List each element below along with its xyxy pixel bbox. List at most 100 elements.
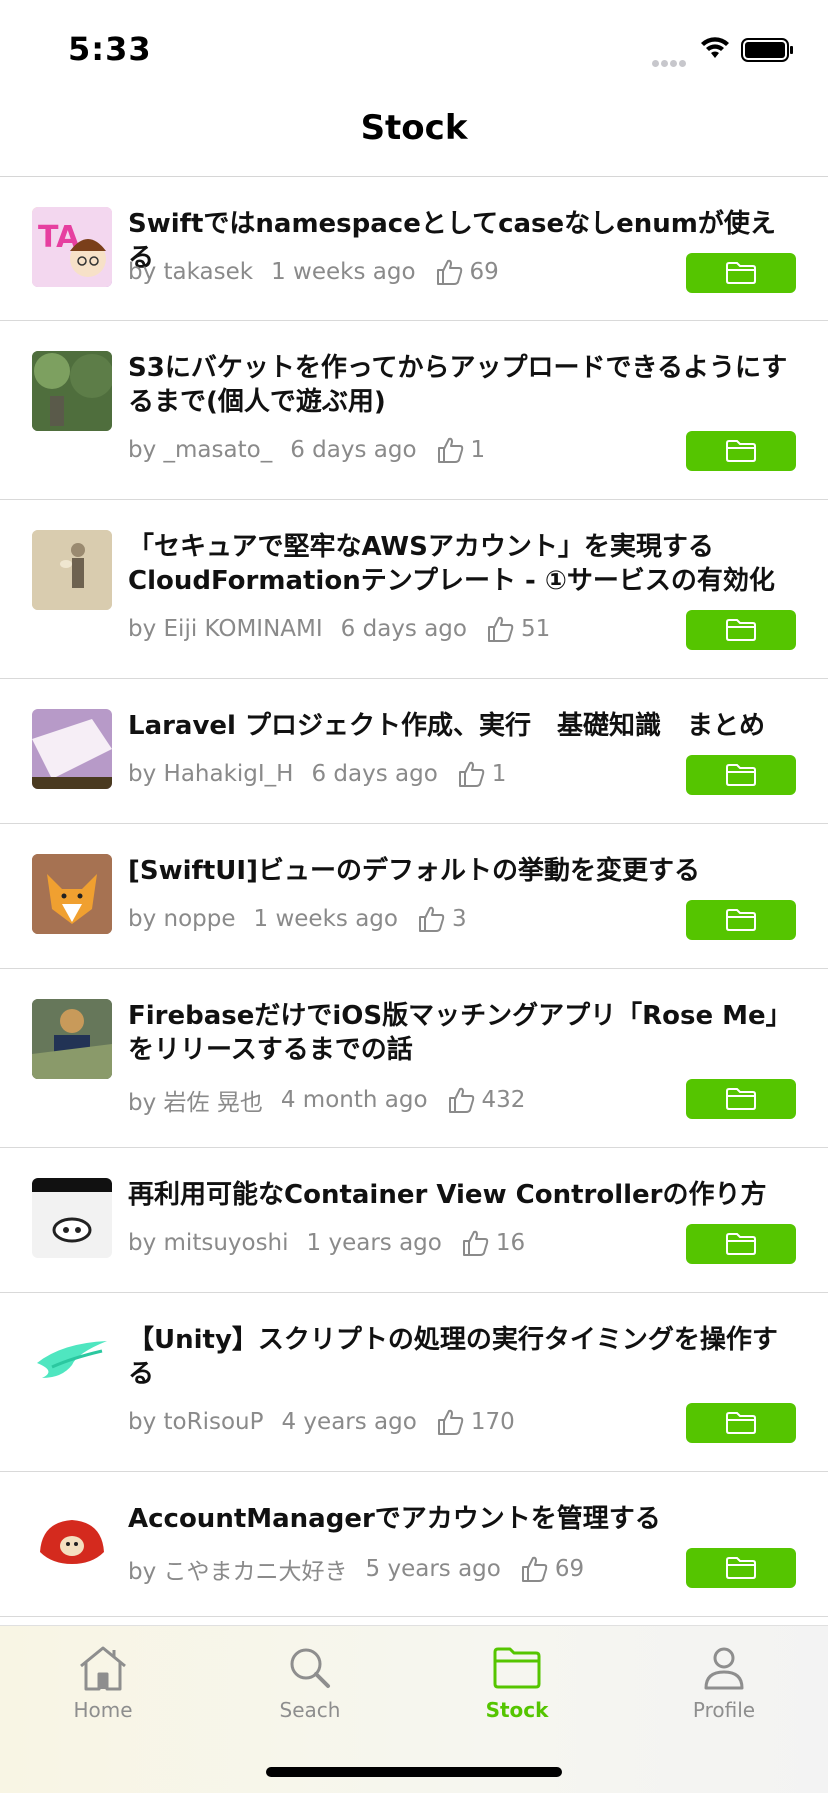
stock-button[interactable] (686, 755, 796, 795)
home-indicator[interactable] (266, 1767, 562, 1777)
tab-profile-label: Profile (692, 1698, 756, 1722)
battery-icon (741, 38, 793, 62)
list-item[interactable]: FirebaseだけでiOS版マッチングアプリ「Rose Me」をリリースするま… (0, 969, 828, 1148)
avatar (32, 1502, 112, 1582)
tab-home[interactable]: Home (33, 1644, 173, 1722)
avatar (32, 709, 112, 789)
like-count: 1 (470, 437, 486, 463)
list-item[interactable]: S3にバケットを作ってからアップロードできるようにするまで(個人で遊ぶ用) by… (0, 321, 828, 500)
tab-stock-label: Stock (485, 1698, 549, 1722)
tab-profile[interactable]: Profile (654, 1644, 794, 1722)
like-icon (418, 906, 445, 932)
avatar (32, 351, 112, 431)
item-title[interactable]: 「セキュアで堅牢なAWSアカウント」を実現するCloudFormationテンプ… (128, 530, 794, 598)
like-icon (437, 437, 463, 463)
item-author[interactable]: by 岩佐 晃也 (128, 1083, 263, 1117)
tab-search-label: Seach (279, 1698, 341, 1722)
item-age: 6 days ago (311, 761, 438, 787)
list-item[interactable]: 再利用可能なContainer View Controllerの作り方 by m… (0, 1148, 828, 1293)
folder-icon (726, 1412, 756, 1434)
search-icon (290, 1648, 330, 1688)
avatar (32, 854, 112, 934)
like-icon (487, 616, 514, 642)
like-count: 16 (495, 1230, 526, 1256)
folder-icon (493, 1647, 541, 1689)
item-author[interactable]: by Eiji KOMINAMI (128, 616, 323, 642)
item-author[interactable]: by こやまカニ大好き (128, 1552, 348, 1586)
stock-list[interactable]: TA Swiftではnamespaceとしてcaseなしenumが使える by … (0, 177, 828, 1625)
list-item[interactable]: Laravel プロジェクト作成、実行 基礎知識 まとめ by HahakigI… (0, 679, 828, 824)
cellular-signal-icon (652, 52, 692, 67)
like-icon (521, 1556, 548, 1582)
stock-button[interactable] (686, 1079, 796, 1119)
stock-button[interactable] (686, 1548, 796, 1588)
item-age: 1 years ago (306, 1230, 442, 1256)
like-icon (436, 259, 462, 285)
item-title[interactable]: AccountManagerでアカウントを管理する (128, 1502, 794, 1536)
item-author[interactable]: by HahakigI_H (128, 761, 293, 787)
stock-button[interactable] (686, 900, 796, 940)
like-count: 3 (451, 906, 467, 932)
item-title[interactable]: 【Unity】スクリプトの処理の実行タイミングを操作する (128, 1323, 794, 1391)
item-age: 4 years ago (281, 1409, 417, 1435)
folder-icon (726, 440, 756, 462)
item-age: 1 weeks ago (271, 259, 416, 285)
item-title[interactable]: [SwiftUI]ビューのデフォルトの挙動を変更する (128, 854, 794, 888)
list-item[interactable]: TA Swiftではnamespaceとしてcaseなしenumが使える by … (0, 177, 828, 321)
tab-home-label: Home (73, 1698, 133, 1722)
avatar: TA (32, 207, 112, 287)
home-icon (80, 1646, 126, 1691)
tab-stock[interactable]: Stock (447, 1644, 587, 1722)
item-age: 4 month ago (280, 1087, 428, 1113)
list-item[interactable]: [SwiftUI]ビューのデフォルトの挙動を変更する by noppe 1 we… (0, 824, 828, 969)
item-author[interactable]: by noppe (128, 906, 236, 932)
status-bar: 5:33 (0, 0, 828, 100)
like-icon (448, 1087, 474, 1113)
avatar (32, 999, 112, 1079)
stock-button[interactable] (686, 1403, 796, 1443)
item-title[interactable]: FirebaseだけでiOS版マッチングアプリ「Rose Me」をリリースするま… (128, 999, 794, 1067)
stock-button[interactable] (686, 610, 796, 650)
item-author[interactable]: by _masato_ (128, 437, 272, 463)
item-title[interactable]: S3にバケットを作ってからアップロードできるようにするまで(個人で遊ぶ用) (128, 351, 794, 419)
item-title[interactable]: 再利用可能なContainer View Controllerの作り方 (128, 1178, 794, 1212)
like-icon (462, 1230, 489, 1256)
person-icon (704, 1647, 744, 1690)
wifi-icon (701, 37, 729, 58)
like-count: 170 (470, 1409, 515, 1435)
list-item[interactable]: AccountManagerでアカウントを管理する by こやまカニ大好き 5 … (0, 1472, 828, 1617)
avatar (32, 1178, 112, 1258)
item-meta: by 岩佐 晃也 4 month ago 432 (128, 1083, 525, 1117)
like-count: 51 (520, 616, 551, 642)
folder-icon (726, 764, 756, 786)
item-age: 1 weeks ago (253, 906, 398, 932)
status-time: 5:33 (68, 30, 152, 68)
item-author[interactable]: by mitsuyoshi (128, 1230, 289, 1256)
item-age: 6 days ago (340, 616, 467, 642)
item-meta: by _masato_ 6 days ago 1 (128, 435, 485, 465)
item-meta: by こやまカニ大好き 5 years ago 69 (128, 1552, 584, 1586)
stock-button[interactable] (686, 1224, 796, 1264)
folder-icon (726, 1557, 756, 1579)
like-count: 1 (491, 761, 507, 787)
like-count: 69 (554, 1556, 585, 1582)
folder-icon (726, 262, 756, 284)
item-meta: by Eiji KOMINAMI 6 days ago 51 (128, 614, 550, 644)
list-item[interactable]: 【Unity】スクリプトの処理の実行タイミングを操作する by toRisouP… (0, 1293, 828, 1472)
stock-button[interactable] (686, 253, 796, 293)
tab-search[interactable]: Seach (240, 1644, 380, 1722)
list-item[interactable]: 「セキュアで堅牢なAWSアカウント」を実現するCloudFormationテンプ… (0, 500, 828, 679)
avatar (32, 1323, 112, 1403)
like-count: 69 (469, 259, 499, 285)
item-meta: by toRisouP 4 years ago 170 (128, 1407, 515, 1437)
like-icon (458, 761, 485, 787)
item-age: 5 years ago (365, 1556, 501, 1582)
page-title: Stock (360, 108, 468, 148)
stock-button[interactable] (686, 431, 796, 471)
item-author[interactable]: by takasek (128, 259, 253, 285)
item-meta: by mitsuyoshi 1 years ago 16 (128, 1228, 525, 1258)
like-count: 432 (481, 1087, 526, 1113)
item-author[interactable]: by toRisouP (128, 1409, 263, 1435)
item-title[interactable]: Laravel プロジェクト作成、実行 基礎知識 まとめ (128, 709, 794, 743)
avatar (32, 530, 112, 610)
